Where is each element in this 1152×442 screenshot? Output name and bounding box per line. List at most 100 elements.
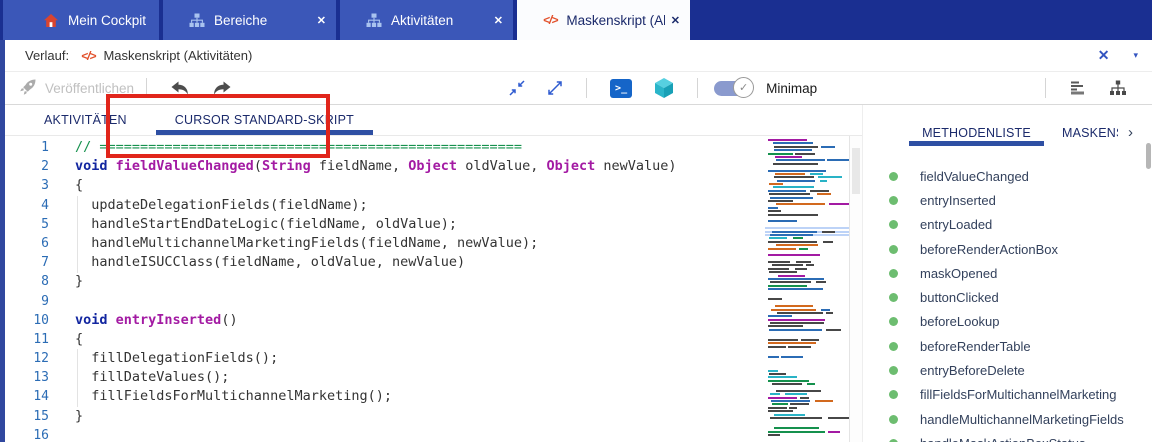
method-dot-icon xyxy=(889,342,898,351)
method-item[interactable]: fieldValueChanged xyxy=(889,164,1152,188)
minimap-row xyxy=(765,312,849,314)
top-tab-1[interactable]: Mein Cockpit xyxy=(3,0,159,40)
method-item[interactable]: beforeRenderTable xyxy=(889,334,1152,358)
toggle-check-icon: ✓ xyxy=(733,77,754,98)
minimap-row xyxy=(765,424,849,426)
sitemap-icon xyxy=(189,13,205,28)
method-item[interactable]: handleMaskActionBoxStatus xyxy=(889,431,1152,442)
minimap-row xyxy=(765,227,849,229)
method-item[interactable]: beforeRenderActionBox xyxy=(889,237,1152,261)
code-lines[interactable]: 1// ====================================… xyxy=(5,136,765,442)
editor-scrollbar[interactable] xyxy=(849,136,862,442)
code-line-3[interactable]: 3{ xyxy=(5,176,765,195)
script-tab-1[interactable]: AKTIVITÄTEN xyxy=(20,105,151,135)
breadcrumb-item[interactable]: Maskenskript (Aktivitäten) xyxy=(103,48,252,63)
top-tab-2[interactable]: Bereiche✕ xyxy=(163,0,336,40)
console-button[interactable]: >_ xyxy=(610,79,632,98)
method-label: beforeRenderActionBox xyxy=(920,242,1058,257)
top-tab-3[interactable]: Aktivitäten✕ xyxy=(340,0,513,40)
chevron-right-icon[interactable]: › xyxy=(1128,119,1133,146)
method-item[interactable]: entryBeforeDelete xyxy=(889,358,1152,382)
close-icon[interactable]: ✕ xyxy=(1098,47,1110,64)
minimap-row xyxy=(765,237,849,239)
minimap-row xyxy=(765,400,849,402)
minimap-row xyxy=(765,271,849,273)
minimap-row xyxy=(765,403,849,405)
minimap-row xyxy=(765,281,849,283)
expand-button[interactable] xyxy=(547,80,563,96)
minimap[interactable] xyxy=(765,136,849,442)
minimap-row xyxy=(765,349,849,351)
method-dot-icon xyxy=(889,269,898,278)
method-dot-icon xyxy=(889,293,898,302)
minimap-toggle[interactable]: ✓ xyxy=(714,81,750,96)
code-line-8[interactable]: 8} xyxy=(5,272,765,291)
top-tab-4[interactable]: </>Maskenskript (Aktivit...✕ xyxy=(517,0,690,40)
method-label: beforeRenderTable xyxy=(920,339,1031,354)
code-line-14[interactable]: 14 fillFieldsForMultichannelMarketing(); xyxy=(5,387,765,406)
method-item[interactable]: fillFieldsForMultichannelMarketing xyxy=(889,383,1152,407)
line-number: 8 xyxy=(5,272,55,291)
line-number: 3 xyxy=(5,176,55,195)
method-item[interactable]: maskOpened xyxy=(889,261,1152,285)
code-line-1[interactable]: 1// ====================================… xyxy=(5,138,765,157)
code-line-7[interactable]: 7 handleISUCClass(fieldName, oldValue, n… xyxy=(5,253,765,272)
chevron-down-icon[interactable]: ▾ xyxy=(1133,50,1138,61)
method-item[interactable]: buttonClicked xyxy=(889,285,1152,309)
code-line-11[interactable]: 11{ xyxy=(5,330,765,349)
collapse-button[interactable] xyxy=(509,80,525,96)
script-list-button[interactable] xyxy=(1069,80,1087,96)
close-icon[interactable]: ✕ xyxy=(317,14,326,27)
code-line-15[interactable]: 15} xyxy=(5,407,765,426)
minimap-row xyxy=(765,142,849,144)
panel-tab-2[interactable]: MASKENS xyxy=(1062,119,1118,146)
minimap-row xyxy=(765,149,849,151)
minimap-row xyxy=(765,309,849,311)
minimap-row xyxy=(765,139,849,141)
code-line-12[interactable]: 12 fillDelegationFields(); xyxy=(5,349,765,368)
method-item[interactable]: entryInserted xyxy=(889,188,1152,212)
rocket-icon xyxy=(19,78,37,99)
cube-button[interactable] xyxy=(654,77,674,99)
code-line-4[interactable]: 4 updateDelegationFields(fieldName); xyxy=(5,196,765,215)
minimap-row xyxy=(765,407,849,409)
method-label: handleMultichannelMarketingFields xyxy=(920,412,1124,427)
code-line-6[interactable]: 6 handleMultichannelMarketingFields(fiel… xyxy=(5,234,765,253)
minimap-row xyxy=(765,288,849,290)
undo-button[interactable] xyxy=(170,81,190,96)
code-line-10[interactable]: 10void entryInserted() xyxy=(5,311,765,330)
minimap-row xyxy=(765,264,849,266)
minimap-row xyxy=(765,285,849,287)
console-icon: >_ xyxy=(610,79,632,98)
toolbar-separator xyxy=(1045,78,1046,98)
indent-guide xyxy=(77,196,78,273)
line-number: 5 xyxy=(5,215,55,234)
method-dot-icon xyxy=(889,245,898,254)
method-item[interactable]: beforeLookup xyxy=(889,310,1152,334)
minimap-row xyxy=(765,332,849,334)
panel-scrollbar-thumb[interactable] xyxy=(1146,143,1151,169)
redo-icon xyxy=(212,81,232,96)
minimap-row xyxy=(765,431,849,433)
minimap-row xyxy=(765,197,849,199)
code-line-5[interactable]: 5 handleStartEndDateLogic(fieldName, old… xyxy=(5,215,765,234)
minimap-row xyxy=(765,373,849,375)
redo-button[interactable] xyxy=(212,81,232,96)
script-tab-2[interactable]: CURSOR STANDARD-SKRIPT xyxy=(151,105,378,135)
panel-tab-1[interactable]: METHODENLISTE xyxy=(909,119,1044,146)
method-item[interactable]: entryLoaded xyxy=(889,213,1152,237)
publish-button[interactable]: Veröffentlichen xyxy=(19,78,134,99)
minimap-row xyxy=(765,353,849,355)
method-item[interactable]: handleMultichannelMarketingFields xyxy=(889,407,1152,431)
code-line-16[interactable]: 16 xyxy=(5,426,765,442)
code-line-13[interactable]: 13 fillDateValues(); xyxy=(5,368,765,387)
code-line-9[interactable]: 9 xyxy=(5,292,765,311)
minimap-row xyxy=(765,176,849,178)
code-line-2[interactable]: 2void fieldValueChanged(String fieldName… xyxy=(5,157,765,176)
hierarchy-button[interactable] xyxy=(1109,80,1127,96)
minimap-row xyxy=(765,383,849,385)
close-icon[interactable]: ✕ xyxy=(494,14,503,27)
editor-scrollbar-thumb[interactable] xyxy=(852,148,860,194)
close-icon[interactable]: ✕ xyxy=(671,14,680,27)
script-list-icon xyxy=(1069,80,1087,96)
